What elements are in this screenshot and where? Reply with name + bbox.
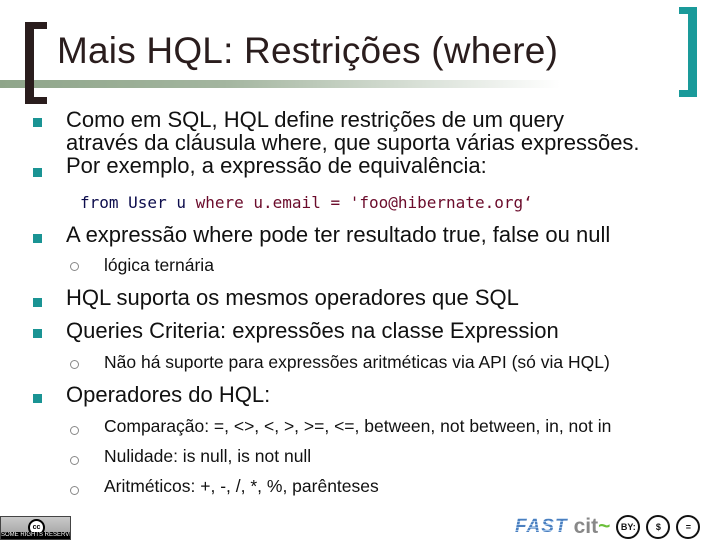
- fast-logo: FAST: [515, 516, 568, 537]
- cc-badge-text: SOME RIGHTS RESERVED: [1, 532, 70, 539]
- bullet-text: Queries Criteria: expressões na classe E…: [66, 318, 559, 343]
- bullet-line: Como em SQL, HQL define restrições de um…: [66, 107, 565, 132]
- bullet-circle-icon: [70, 360, 79, 369]
- code-where-clause: where u.email = 'foo@hibernate.org‘: [195, 193, 533, 212]
- creative-commons-badge[interactable]: cc SOME RIGHTS RESERVED: [0, 516, 71, 540]
- bullet-circle-icon: [70, 262, 79, 271]
- sub-bullet-text: Nulidade: is null, is not null: [104, 446, 312, 466]
- leaf-icon: ~: [598, 515, 611, 538]
- sub-bullet-text: Aritméticos: +, -, /, *, %, parênteses: [104, 476, 379, 496]
- bullet-square-icon: [33, 234, 42, 243]
- bullet-square-icon: [33, 298, 42, 307]
- code-example: from User u where u.email = 'foo@hiberna…: [80, 193, 533, 212]
- bullet-circle-icon: [70, 426, 79, 435]
- cc-sharealike-icon: =: [676, 515, 701, 539]
- sub-bullet-text: Comparação: =, <>, <, >, >=, <=, between…: [104, 416, 612, 436]
- cit-logo: cit~: [574, 515, 611, 539]
- bullet-text: HQL suporta os mesmos operadores que SQL: [66, 285, 519, 310]
- bullet-line: através da cláusula where, que suporta v…: [66, 130, 640, 155]
- bullet-text: Como em SQL, HQL define restrições de um…: [66, 108, 640, 154]
- sub-bullet-text: Não há suporte para expressões aritmétic…: [104, 352, 610, 372]
- bullet-square-icon: [33, 329, 42, 338]
- bullet-square-icon: [33, 394, 42, 403]
- bullet-circle-icon: [70, 456, 79, 465]
- bullet-circle-icon: [70, 486, 79, 495]
- bullet-square-icon: [33, 118, 42, 127]
- slide-title: Mais HQL: Restrições (where): [57, 30, 559, 71]
- sub-bullet-text: lógica ternária: [104, 255, 214, 275]
- cc-noncommercial-icon: $: [646, 515, 671, 539]
- bullet-square-icon: [33, 168, 42, 177]
- bullet-text: A expressão where pode ter resultado tru…: [66, 222, 611, 247]
- cc-by-icon: BY:: [616, 515, 641, 539]
- title-underline-rule: [0, 80, 560, 88]
- code-from-clause: from User u: [80, 193, 196, 212]
- left-bracket-decoration: [25, 22, 47, 104]
- cit-logo-text: cit: [573, 515, 599, 538]
- bullet-text: Por exemplo, a expressão de equivalência…: [66, 153, 487, 178]
- right-bracket-decoration: [679, 7, 697, 97]
- footer-logos: FAST cit~ BY: $ =: [515, 514, 701, 540]
- bullet-text: Operadores do HQL:: [66, 382, 271, 407]
